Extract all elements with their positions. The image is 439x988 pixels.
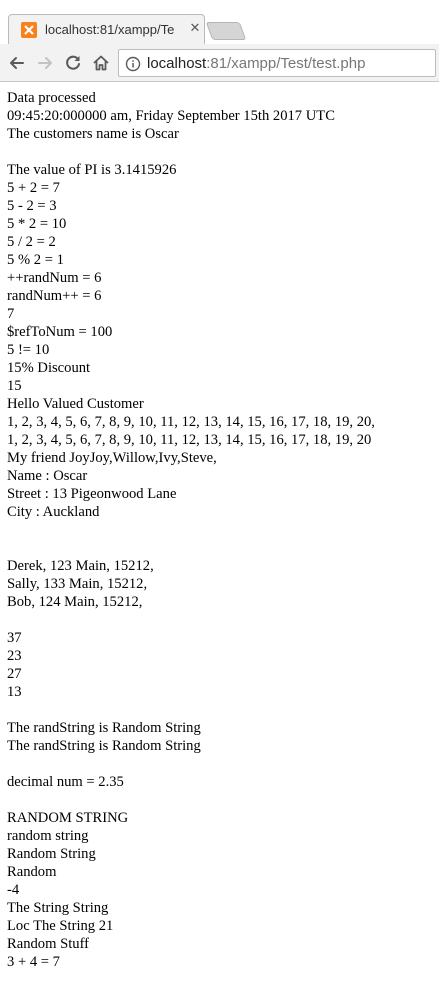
close-tab-icon[interactable]: ✕ (187, 21, 203, 37)
output-line: 15% Discount (7, 360, 91, 376)
output-line: 27 (7, 666, 22, 682)
output-line: Loc The String 21 (7, 918, 114, 934)
output-line: The randString is Random String (7, 738, 201, 754)
url-text[interactable]: localhost:81/xampp/Test/test.php (147, 55, 365, 72)
output-line: 5 * 2 = 10 (7, 216, 67, 232)
output-line: The randString is Random String (7, 720, 201, 736)
output-line: RANDOM STRING (7, 810, 129, 826)
xampp-favicon-icon (21, 22, 37, 38)
output-line: City : Auckland (7, 504, 100, 520)
output-line: Street : 13 Pigeonwood Lane (7, 486, 177, 502)
address-bar[interactable]: localhost:81/xampp/Test/test.php (118, 49, 436, 77)
output-line: 13 (7, 684, 22, 700)
output-line: 09:45:20:000000 am, Friday September 15t… (7, 108, 335, 124)
back-arrow-icon[interactable] (6, 52, 28, 74)
url-host: localhost (147, 55, 207, 72)
output-line: Name : Oscar (7, 468, 88, 484)
output-line: 15 (7, 378, 22, 394)
output-line: 5 % 2 = 1 (7, 252, 64, 268)
output-line: Random String (7, 846, 96, 862)
output-line: My friend JoyJoy,Willow,Ivy,Steve, (7, 450, 217, 466)
tab-title: localhost:81/xampp/Te (45, 22, 175, 37)
info-icon[interactable] (125, 56, 141, 72)
reload-icon[interactable] (62, 52, 84, 74)
output-line: Sally, 133 Main, 15212, (7, 576, 148, 592)
output-line: 1, 2, 3, 4, 5, 6, 7, 8, 9, 10, 11, 12, 1… (7, 414, 375, 430)
browser-tab[interactable]: localhost:81/xampp/Te ✕ (8, 14, 205, 44)
output-line: Random Stuff (7, 936, 90, 952)
output-line: 5 / 2 = 2 (7, 234, 56, 250)
output-line: random string (7, 828, 89, 844)
browser-toolbar: localhost:81/xampp/Test/test.php (0, 44, 439, 82)
tab-strip: localhost:81/xampp/Te ✕ (0, 0, 439, 44)
output-line: 5 != 10 (7, 342, 50, 358)
output-line: Bob, 124 Main, 15212, (7, 594, 143, 610)
output-line: ++randNum = 6 (7, 270, 102, 286)
output-line: 37 (7, 630, 22, 646)
output-line: $refToNum = 100 (7, 324, 113, 340)
output-line: 23 (7, 648, 22, 664)
new-tab-button[interactable] (205, 22, 247, 40)
output-line: 3 + 4 = 7 (7, 954, 60, 970)
output-line: 5 + 2 = 7 (7, 180, 60, 196)
forward-arrow-icon[interactable] (34, 52, 56, 74)
url-path: :81/xampp/Test/test.php (206, 55, 366, 72)
output-line: The value of PI is 3.1415926 (7, 162, 177, 178)
output-line: randNum++ = 6 (7, 288, 102, 304)
page-content: Data processed 09:45:20:000000 am, Friday… (7, 89, 437, 971)
output-line: -4 (7, 882, 20, 898)
output-line: Hello Valued Customer (7, 396, 144, 412)
output-line: The customers name is Oscar (7, 126, 179, 142)
output-line: Derek, 123 Main, 15212, (7, 558, 154, 574)
output-line: Data processed (7, 90, 96, 106)
output-line: decimal num = 2.35 (7, 774, 124, 790)
output-line: Random (7, 864, 57, 880)
output-line: 5 - 2 = 3 (7, 198, 57, 214)
browser-window: localhost:81/xampp/Te ✕ localhost:81/xam… (0, 0, 439, 988)
output-line: 1, 2, 3, 4, 5, 6, 7, 8, 9, 10, 11, 12, 1… (7, 432, 372, 448)
output-line: The String String (7, 900, 109, 916)
home-icon[interactable] (90, 52, 112, 74)
output-line: 7 (7, 306, 15, 322)
